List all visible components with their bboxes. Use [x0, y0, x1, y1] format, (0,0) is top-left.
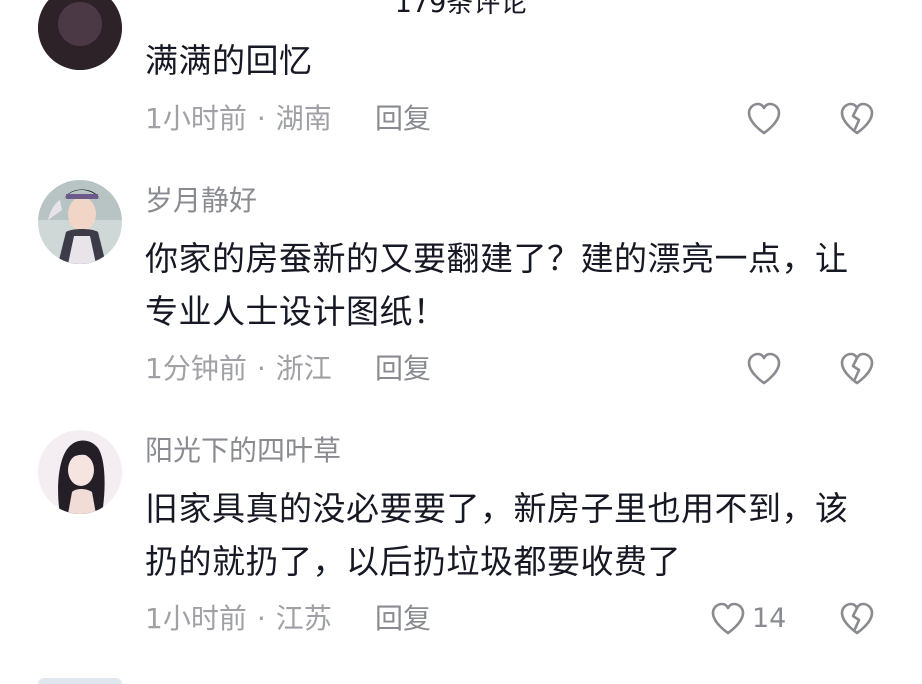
avatar[interactable] — [38, 0, 122, 70]
comment-text: 旧家具真的没必要要了，新房子里也用不到，该 扔的就扔了，以后扔垃圾都要收费了 — [145, 489, 849, 581]
heart-outline-icon — [711, 602, 745, 635]
comment-meta: 1小时前 · 江苏 — [145, 601, 332, 637]
like-button[interactable] — [744, 349, 784, 389]
avatar[interactable] — [38, 430, 122, 514]
comment-username[interactable]: 岁月静好 — [145, 183, 257, 219]
comment-username[interactable]: 阳光下的四叶草 — [145, 433, 341, 469]
comment-time: 1小时前 — [145, 102, 247, 135]
comment-text: 你家的房蚕新的又要翻建了？建的漂亮一点，让 专业人士设计图纸！ — [145, 239, 849, 331]
comment-meta: 1小时前 · 湖南 — [145, 101, 332, 137]
dislike-button[interactable] — [836, 349, 878, 389]
comment-time: 1分钟前 — [145, 352, 247, 385]
like-count: 14 — [752, 603, 787, 634]
comment-location: 浙江 — [275, 352, 332, 385]
reply-button[interactable]: 回复 — [375, 601, 431, 637]
broken-heart-icon — [840, 602, 874, 635]
comment-text: 满满的回忆 — [145, 44, 313, 80]
comment-meta: 1分钟前 · 浙江 — [145, 351, 332, 387]
broken-heart-icon — [840, 352, 874, 385]
dislike-button[interactable] — [836, 599, 878, 639]
heart-outline-icon — [747, 352, 781, 385]
broken-heart-icon — [840, 102, 874, 135]
avatar[interactable] — [38, 678, 122, 684]
meta-separator: · — [256, 352, 266, 385]
comment-location: 湖南 — [275, 102, 332, 135]
heart-outline-icon — [747, 102, 781, 135]
reply-button[interactable]: 回复 — [375, 351, 431, 387]
meta-separator: · — [256, 602, 266, 635]
meta-separator: · — [256, 102, 266, 135]
comments-count-title: 179条评论 — [394, 0, 528, 19]
like-button[interactable]: 14 — [708, 599, 786, 639]
reply-button[interactable]: 回复 — [375, 101, 431, 137]
avatar[interactable] — [38, 180, 122, 264]
dislike-button[interactable] — [836, 99, 878, 139]
comment-time: 1小时前 — [145, 602, 247, 635]
like-button[interactable] — [744, 99, 784, 139]
comment-location: 江苏 — [275, 602, 332, 635]
